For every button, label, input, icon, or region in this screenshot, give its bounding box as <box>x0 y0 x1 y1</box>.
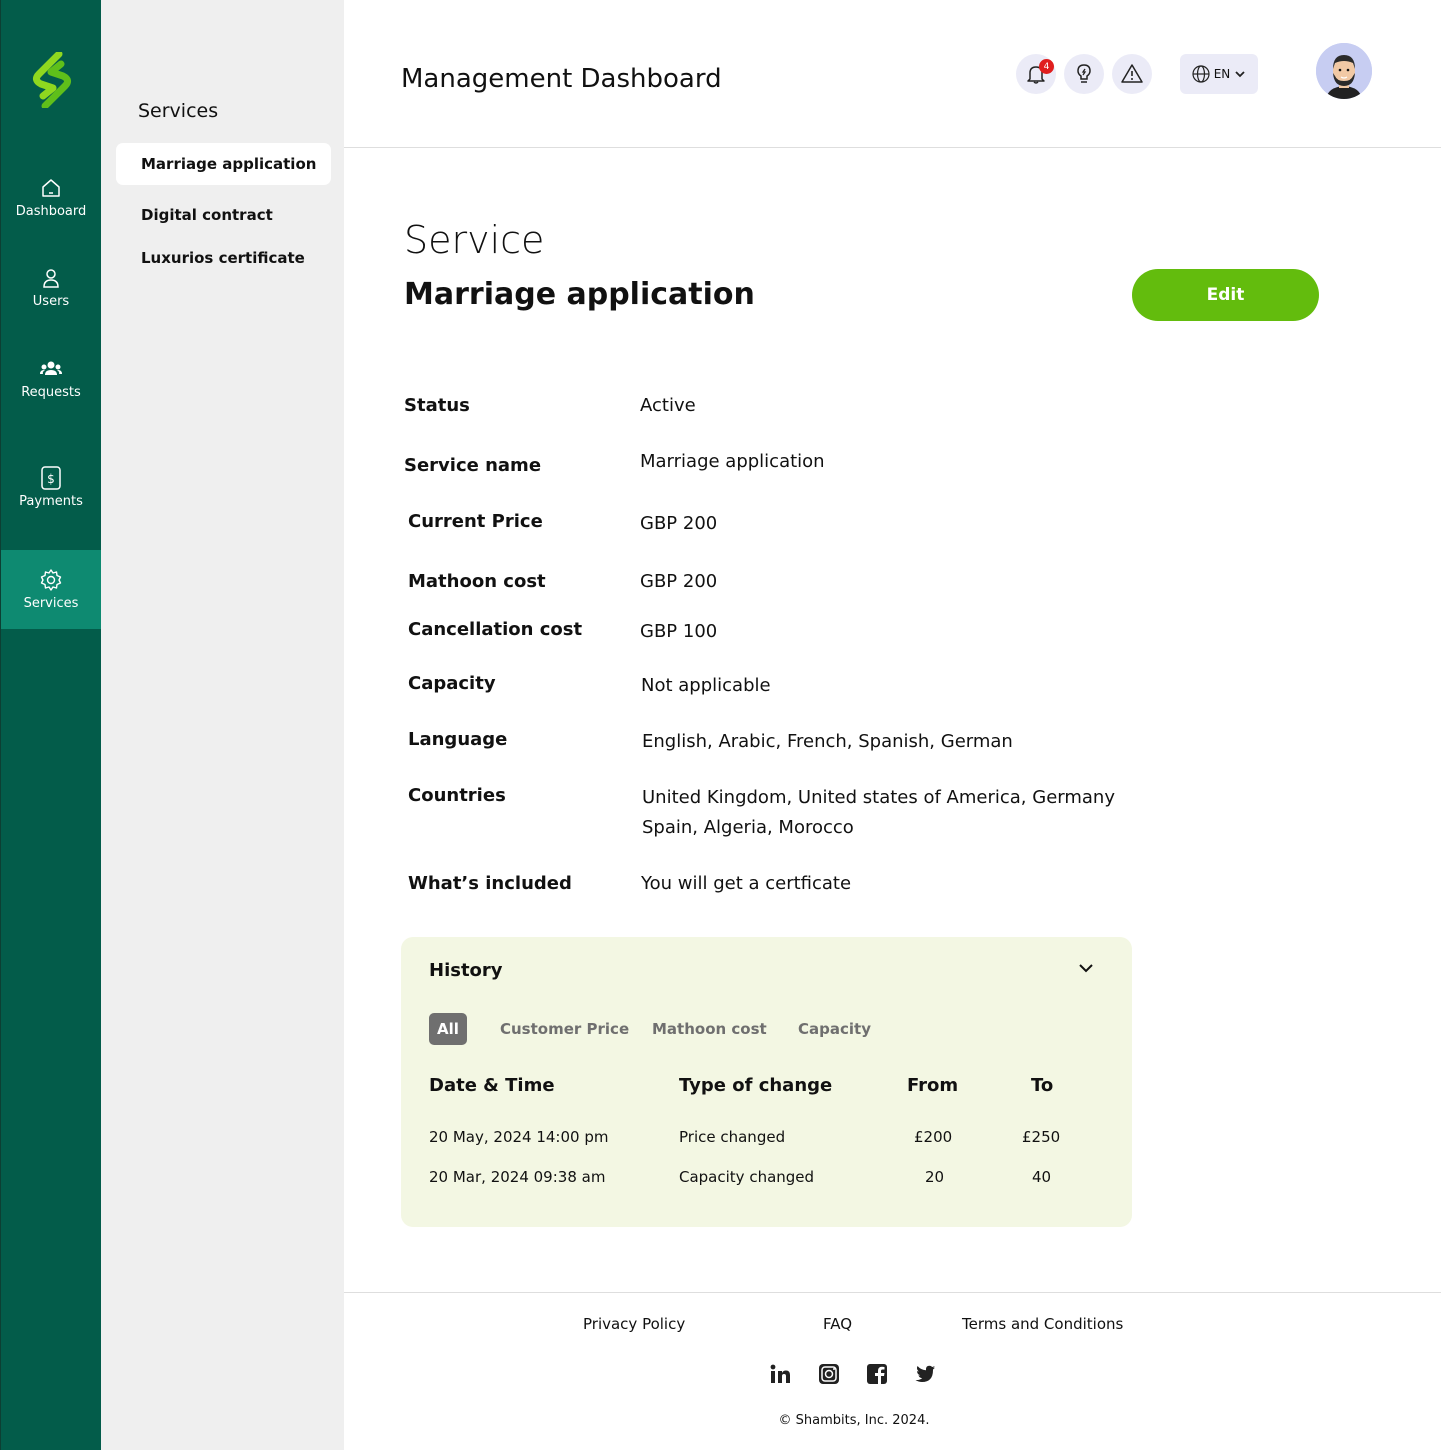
nav-label: Services <box>23 596 79 611</box>
nav-label: Requests <box>21 385 81 400</box>
detail-label-countries: Countries <box>408 785 506 806</box>
chevron-down-icon[interactable] <box>1077 959 1095 977</box>
home-icon <box>39 176 63 200</box>
avatar[interactable] <box>1316 43 1372 99</box>
history-col-type-of-change: Type of change <box>679 1075 833 1096</box>
history-panel: History All Customer Price Mathoon cost … <box>401 937 1132 1227</box>
detail-value-language: English, Arabic, French, Spanish, German <box>642 731 1013 752</box>
copyright-text: © Shambits, Inc. 2024. <box>778 1413 930 1428</box>
detail-value-status: Active <box>640 395 696 416</box>
subnav-item-digital-contract[interactable]: Digital contract <box>116 194 331 236</box>
svg-text:$: $ <box>47 472 55 486</box>
subnav-title: Services <box>138 100 219 122</box>
linkedin-icon[interactable] <box>769 1363 791 1385</box>
edit-button[interactable]: Edit <box>1132 269 1319 321</box>
history-cell-to: £250 <box>1022 1128 1061 1146</box>
alerts-button[interactable] <box>1112 54 1152 94</box>
language-code: EN <box>1213 67 1231 81</box>
facebook-icon[interactable] <box>866 1363 888 1385</box>
history-cell-from: £200 <box>914 1128 953 1146</box>
logo-icon <box>32 52 72 108</box>
detail-value-cancellation-cost: GBP 100 <box>640 621 718 642</box>
nav-label: Payments <box>19 494 83 509</box>
avatar-icon <box>1316 43 1372 99</box>
history-cell-type: Capacity changed <box>679 1168 815 1186</box>
language-selector[interactable]: EN <box>1180 54 1258 94</box>
nav-item-payments[interactable]: $ Payments <box>1 466 101 509</box>
service-title: Marriage application <box>404 277 755 312</box>
detail-value-service-name: Marriage application <box>640 451 825 472</box>
detail-value-current-price: GBP 200 <box>640 513 718 534</box>
nav-label: Users <box>32 294 70 309</box>
history-cell-to: 40 <box>1032 1168 1052 1186</box>
history-filter-all[interactable]: All <box>429 1013 467 1045</box>
page-footer: Privacy Policy FAQ Terms and Conditions … <box>344 1292 1441 1450</box>
instagram-icon[interactable] <box>818 1363 840 1385</box>
detail-label-current-price: Current Price <box>408 511 543 532</box>
gear-icon <box>39 568 63 592</box>
detail-label-status: Status <box>404 395 470 416</box>
history-title: History <box>429 960 503 981</box>
service-kicker: Service <box>404 218 545 262</box>
main-sidebar: Dashboard Users Requests $ Payments Serv… <box>0 0 101 1450</box>
detail-label-service-name: Service name <box>404 455 542 476</box>
chevron-down-icon <box>1235 71 1245 78</box>
globe-icon <box>1192 65 1210 83</box>
detail-label-capacity: Capacity <box>408 673 496 694</box>
nav-item-requests[interactable]: Requests <box>1 357 101 400</box>
user-icon <box>39 266 63 290</box>
dollar-icon: $ <box>39 466 63 490</box>
history-filter-mathoon-cost[interactable]: Mathoon cost <box>652 1013 767 1045</box>
history-col-to: To <box>1031 1075 1054 1096</box>
detail-label-mathoon-cost: Mathoon cost <box>408 571 546 592</box>
history-col-date-time: Date & Time <box>429 1075 555 1096</box>
detail-value-countries: United Kingdom, United states of America… <box>642 787 1115 808</box>
page-title: Management Dashboard <box>401 64 722 94</box>
history-cell-date: 20 Mar, 2024 09:38 am <box>429 1168 606 1186</box>
services-subnav: Services Marriage application Digital co… <box>101 0 344 1450</box>
detail-value-countries-line2: Spain, Algeria, Morocco <box>642 817 854 838</box>
nav-item-users[interactable]: Users <box>1 266 101 309</box>
history-cell-type: Price changed <box>679 1128 786 1146</box>
history-filter-capacity[interactable]: Capacity <box>798 1013 871 1045</box>
history-col-from: From <box>907 1075 959 1096</box>
detail-value-capacity: Not applicable <box>641 675 771 696</box>
people-icon <box>39 357 63 381</box>
history-cell-date: 20 May, 2024 14:00 pm <box>429 1128 609 1146</box>
terms-link[interactable]: Terms and Conditions <box>962 1315 1123 1333</box>
detail-value-whats-included: You will get a certficate <box>641 873 852 894</box>
warning-icon <box>1121 64 1143 83</box>
notification-badge: 4 <box>1039 59 1054 74</box>
notifications-button[interactable]: 4 <box>1016 54 1056 94</box>
lightbulb-icon <box>1077 64 1091 83</box>
history-cell-from: 20 <box>925 1168 945 1186</box>
nav-item-dashboard[interactable]: Dashboard <box>1 176 101 219</box>
twitter-icon[interactable] <box>914 1363 936 1385</box>
privacy-policy-link[interactable]: Privacy Policy <box>583 1315 685 1333</box>
detail-label-language: Language <box>408 729 508 750</box>
detail-label-cancellation-cost: Cancellation cost <box>408 619 583 640</box>
top-header: Management Dashboard 4 EN <box>344 0 1441 148</box>
detail-value-mathoon-cost: GBP 200 <box>640 571 718 592</box>
history-filter-customer-price[interactable]: Customer Price <box>500 1013 629 1045</box>
nav-item-services[interactable]: Services <box>1 550 101 629</box>
nav-label: Dashboard <box>15 204 87 219</box>
tips-button[interactable] <box>1064 54 1104 94</box>
faq-link[interactable]: FAQ <box>823 1315 852 1333</box>
subnav-item-marriage-application[interactable]: Marriage application <box>116 143 331 185</box>
detail-label-whats-included: What’s included <box>408 873 572 894</box>
subnav-item-luxurios-certificate[interactable]: Luxurios certificate <box>116 237 331 279</box>
